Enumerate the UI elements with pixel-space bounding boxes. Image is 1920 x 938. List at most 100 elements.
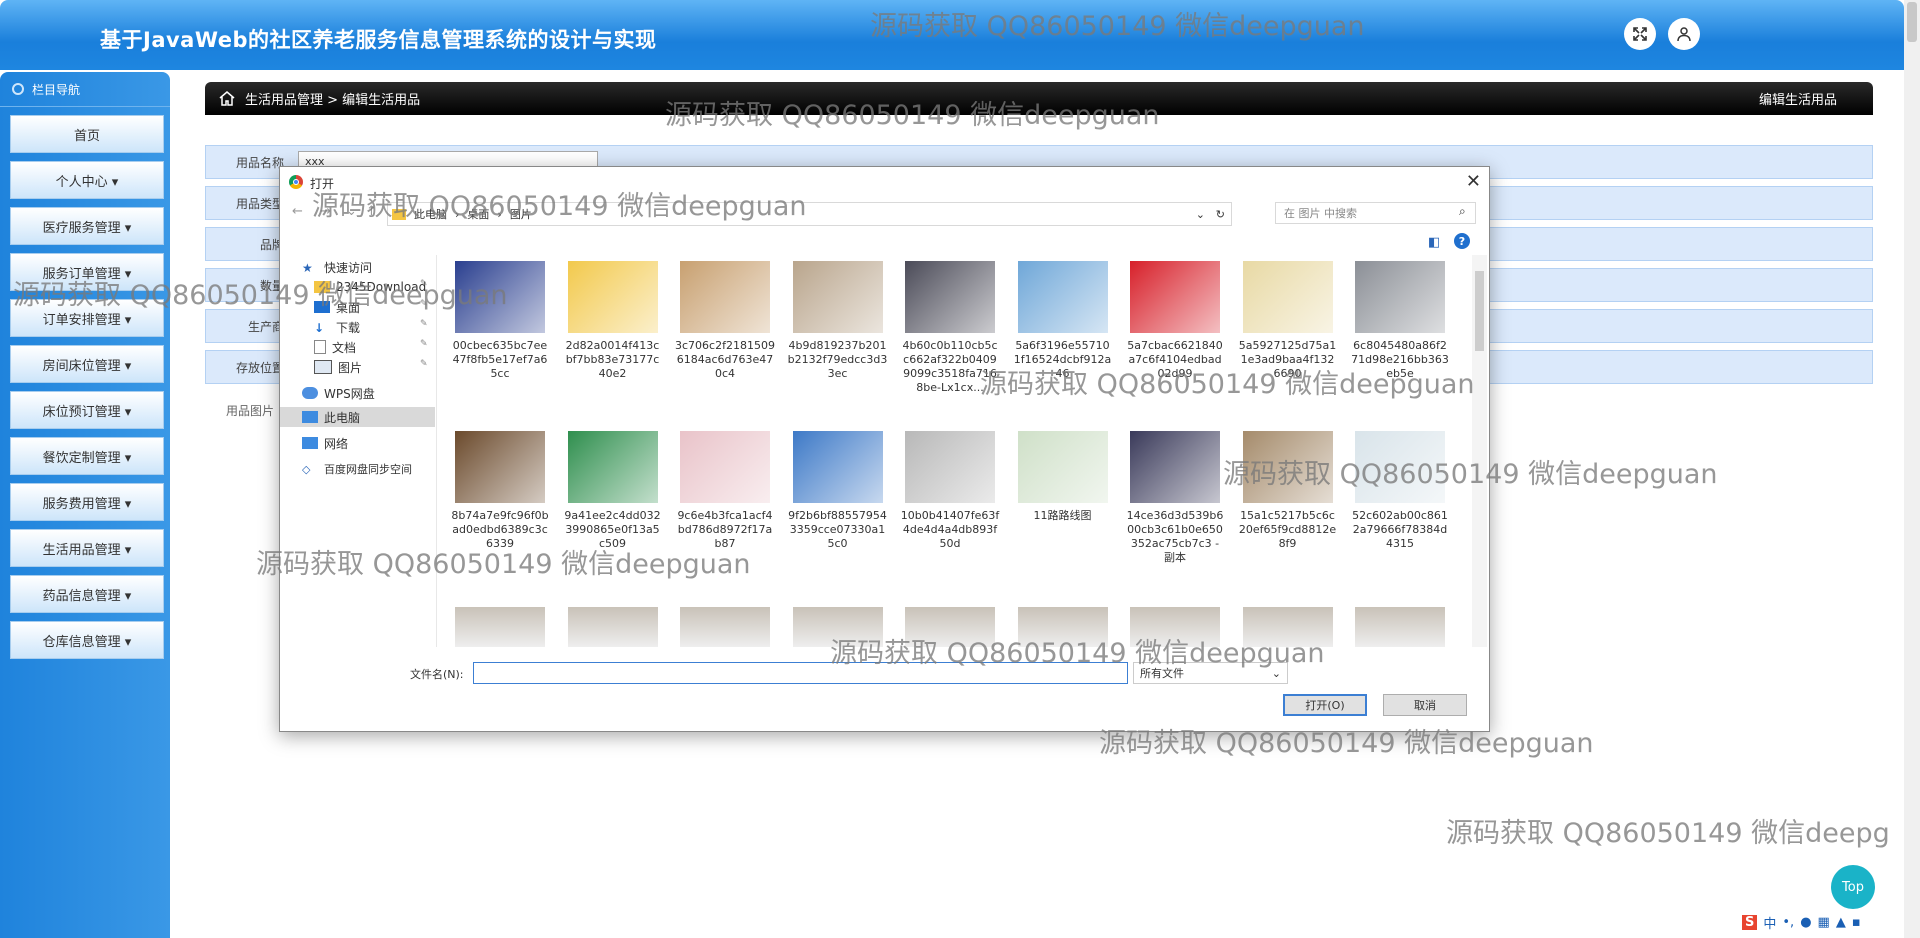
nav-label: 此电脑 (324, 410, 361, 425)
file-thumbnail[interactable]: 9c6e4b3fca1acf4bd786d8972f17ab87 (675, 431, 775, 551)
cloud-icon (302, 387, 318, 399)
star-icon: ★ (302, 261, 313, 275)
nav-label: 网络 (324, 436, 349, 451)
skin-icon[interactable]: ▲ (1836, 915, 1846, 930)
image-preview (1017, 261, 1108, 333)
sidebar-title: 栏目导航 (32, 82, 81, 97)
pin-icon: ✎ (420, 339, 428, 349)
file-thumbnail[interactable]: 3c706c2f21815096184ac6d763e470c4 (675, 261, 775, 381)
sidebar-item-rooms[interactable]: 房间床位管理 ▾ (10, 345, 164, 383)
image-preview (1130, 261, 1220, 333)
file-thumbnail-partial[interactable] (1355, 607, 1445, 647)
form-label: 品牌 (259, 237, 284, 252)
file-thumbnail[interactable]: 8b74a7e9fc96f0bad0edbd6389c3c6339 (450, 431, 550, 551)
watermark: 源码获取 QQ86050149 微信deepguan (1099, 728, 1594, 759)
sidebar-item-warehouse[interactable]: 仓库信息管理 ▾ (10, 621, 164, 659)
home-icon[interactable] (219, 91, 235, 106)
nav-documents[interactable]: 文档 (314, 337, 356, 357)
ime-mode[interactable]: 中 (1763, 913, 1776, 932)
sidebar-item-supplies[interactable]: 生活用品管理 ▾ (10, 529, 164, 567)
file-thumbnail-partial[interactable] (455, 607, 545, 647)
keyboard-icon[interactable]: ▦ (1818, 915, 1830, 930)
watermark: 源码获取 QQ86050149 微信deepg (1446, 818, 1890, 849)
file-name: 52c602ab00c8612a79666f78384d4315 (1352, 509, 1448, 550)
nav-baidu-sync[interactable]: ◇ 百度网盘同步空间 (302, 459, 412, 479)
sidebar-item-drugs[interactable]: 药品信息管理 ▾ (10, 575, 164, 613)
nav-dot-icon (12, 83, 24, 95)
file-name: 10b0b41407fe63f4de4d4a4db893f50d (900, 509, 1000, 550)
nav-this-pc[interactable]: 此电脑 (280, 407, 435, 427)
preview-pane-icon[interactable]: ◧ (1428, 235, 1440, 250)
file-grid-scrollbar[interactable] (1472, 255, 1487, 647)
file-name: 3c706c2f21815096184ac6d763e470c4 (675, 339, 775, 380)
sidebar-item-medical[interactable]: 医疗服务管理 ▾ (10, 207, 164, 245)
search-icon: ⌕ (1459, 204, 1466, 218)
file-thumbnail[interactable]: 10b0b41407fe63f4de4d4a4db893f50d (900, 431, 1000, 551)
nav-pictures[interactable]: 图片 (314, 357, 362, 377)
file-thumbnail[interactable]: 9a41ee2c4dd0323990865e0f13a5c509 (563, 431, 663, 551)
nav-wps-drive[interactable]: WPS网盘 (302, 383, 375, 403)
file-thumbnail[interactable]: 9f2b6bf885579543359cce07330a15c0 (788, 431, 888, 551)
image-preview (680, 261, 770, 333)
picture-label: 用品图片 (226, 404, 275, 418)
fullscreen-button[interactable] (1624, 18, 1656, 50)
image-preview (1017, 431, 1108, 503)
file-thumbnail[interactable]: 15a1c5217b5c6c20ef65f9cd8812e8f9 (1238, 431, 1338, 551)
form-label: 用品类型 (235, 196, 284, 211)
breadcrumb-path[interactable]: 生活用品管理 > 编辑生活用品 (245, 89, 420, 108)
sidebar-item-personal[interactable]: 个人中心 ▾ (10, 161, 164, 199)
nav-label: 文档 (332, 340, 357, 355)
file-thumbnail[interactable]: 52c602ab00c8612a79666f78384d4315 (1350, 431, 1450, 551)
page-title: 编辑生活用品 (1758, 93, 1837, 108)
image-preview (1130, 431, 1220, 503)
help-icon[interactable]: ? (1454, 233, 1470, 249)
watermark: 源码获取 QQ86050149 微信deepguan (312, 191, 807, 222)
sidebar-item-bed-booking[interactable]: 床位预订管理 ▾ (10, 391, 164, 429)
file-thumbnail-partial[interactable] (567, 607, 658, 647)
sidebar-item-catering[interactable]: 餐饮定制管理 ▾ (10, 437, 164, 475)
form-label: 用品名称 (235, 155, 284, 170)
document-icon (314, 340, 326, 354)
back-to-top-button[interactable]: Top (1831, 865, 1875, 909)
sidebar-item-fees[interactable]: 服务费用管理 ▾ (10, 483, 164, 521)
file-name: 2d82a0014f413cbf7bb83e73177c40e2 (565, 339, 660, 380)
sidebar-item-home[interactable]: 首页 (10, 115, 164, 153)
microphone-icon[interactable]: ● (1800, 915, 1811, 930)
image-preview (792, 431, 883, 503)
image-preview (905, 431, 995, 503)
file-thumbnail[interactable]: 2d82a0014f413cbf7bb83e73177c40e2 (563, 261, 663, 381)
back-icon[interactable]: ← (292, 204, 303, 219)
file-grid-scrollbar-thumb[interactable] (1475, 271, 1484, 351)
nav-downloads[interactable]: ↓ 下载 (314, 317, 360, 337)
nav-network[interactable]: 网络 (302, 433, 348, 453)
open-button[interactable]: 打开(O) (1283, 694, 1367, 716)
file-thumbnail[interactable]: 11路路线图 (1013, 431, 1113, 523)
refresh-icon[interactable]: ↻ (1216, 208, 1225, 221)
form-label: 存放位置 (235, 360, 284, 375)
file-name: 15a1c5217b5c6c20ef65f9cd8812e8f9 (1238, 509, 1337, 550)
search-input[interactable]: 在 图片 中搜索 (1275, 202, 1476, 224)
nav-label: WPS网盘 (324, 386, 375, 401)
sidebar-header: 栏目导航 (0, 72, 170, 107)
expand-icon (1633, 27, 1647, 41)
pin-icon: ✎ (420, 319, 428, 329)
toolbox-icon[interactable]: ▪ (1852, 915, 1861, 930)
file-thumbnail-partial[interactable] (680, 607, 770, 647)
chevron-down-icon[interactable]: ⌄ (1196, 208, 1205, 221)
cancel-button[interactable]: 取消 (1383, 694, 1467, 716)
watermark: 源码获取 QQ86050149 微信deepguan (13, 280, 508, 311)
file-thumbnail[interactable]: 4b9d819237b201b2132f79edcc3d33ec (788, 261, 888, 381)
page-scrollbar-thumb[interactable] (1907, 2, 1917, 42)
close-icon[interactable]: ✕ (1466, 171, 1481, 192)
file-name: 14ce36d3d539b600cb3c61b0e650352ac75cb7c3… (1126, 509, 1224, 564)
user-button[interactable] (1668, 18, 1700, 50)
filename-label: 文件名(N): (410, 668, 464, 681)
file-grid: 00cbec635bc7ee47f8fb5e17ef7a65cc 2d82a001… (440, 255, 1470, 647)
image-preview (792, 261, 883, 333)
punctuation-icon[interactable]: •, (1782, 915, 1794, 930)
file-thumbnail[interactable]: 14ce36d3d539b600cb3c61b0e650352ac75cb7c3… (1125, 431, 1225, 565)
image-preview (1242, 261, 1333, 333)
image-preview (905, 261, 995, 333)
page-scrollbar[interactable] (1904, 0, 1920, 938)
sogou-icon[interactable]: S (1742, 914, 1758, 930)
